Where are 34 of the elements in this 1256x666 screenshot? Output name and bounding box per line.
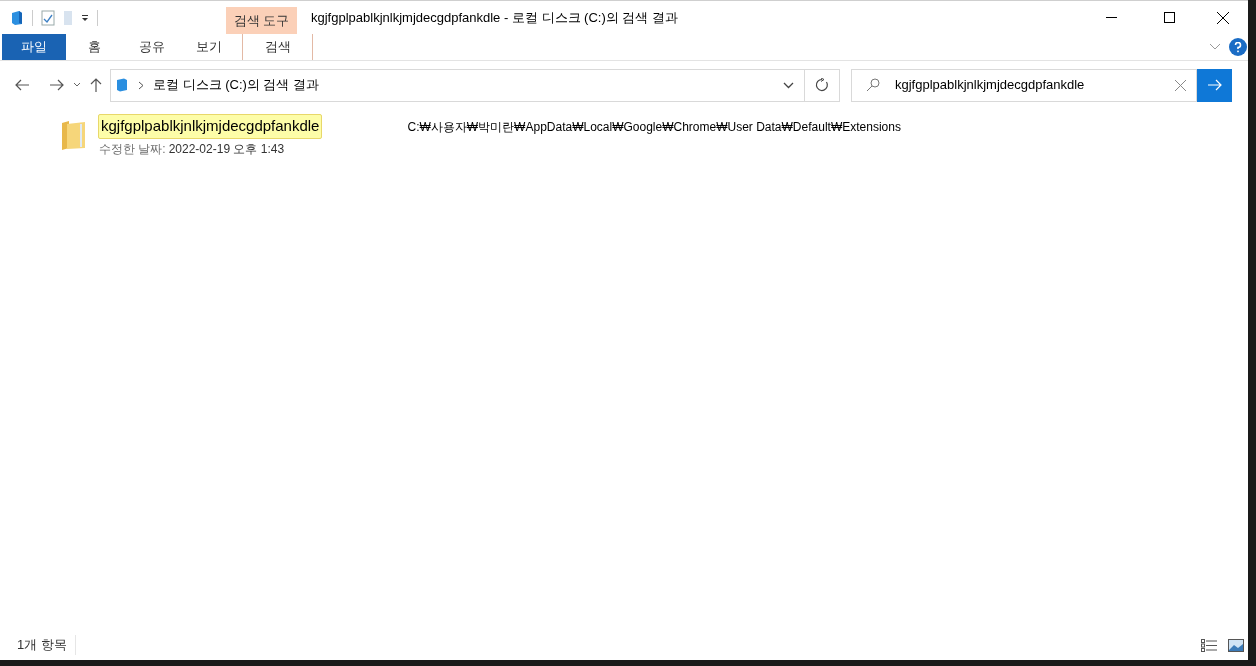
folder-location: C:₩사용자₩박미란₩AppData₩Local₩Google₩Chrome₩User Data₩Default₩Extensions: [407, 119, 901, 136]
help-icon[interactable]: [1229, 38, 1247, 56]
arrow-right-icon: [1207, 79, 1222, 91]
ribbon-tab[interactable]: 검색: [242, 34, 313, 60]
ribbon-tab[interactable]: 홈: [66, 34, 123, 60]
dropdown-icon[interactable]: [81, 13, 89, 22]
search-go-button[interactable]: [1197, 68, 1232, 102]
modified-date: 2022-02-19 오후 1:43: [168, 140, 285, 158]
recent-locations-icon[interactable]: [73, 82, 81, 88]
maximize-icon: [1163, 12, 1175, 23]
ribbon-tab[interactable]: 파일: [2, 34, 66, 60]
details-view-icon[interactable]: [1201, 638, 1217, 652]
refresh-button[interactable]: [805, 68, 840, 102]
back-arrow-icon[interactable]: [15, 79, 30, 91]
close-icon: [1217, 11, 1229, 24]
address-bar[interactable]: 로컬 디스크 (C:)의 검색 결과: [110, 68, 805, 102]
item-count: 1개 항목: [17, 635, 76, 655]
file-name[interactable]: kgjfgplpablkjnlkjmjdecgdpfankdle: [98, 114, 323, 139]
ribbon-tab[interactable]: 보기: [180, 34, 237, 60]
search-box[interactable]: kgjfgplpablkjnlkjmjdecgdpfankdle: [851, 68, 1197, 102]
window-title: kgjfgplpablkjnlkjmjdecgdpfankdle - 로컬 디스크 (C:)의 검색 결과: [310, 8, 679, 27]
refresh-icon: [815, 78, 829, 92]
properties-icon[interactable]: [41, 9, 55, 26]
clear-search-icon[interactable]: [1175, 79, 1186, 91]
chevron-down-icon[interactable]: [1209, 43, 1221, 51]
large-icons-view-icon[interactable]: [1228, 638, 1244, 652]
ribbon-tab[interactable]: 공유: [123, 34, 180, 60]
forward-arrow-icon[interactable]: [49, 79, 64, 91]
search-field[interactable]: kgjfgplpablkjnlkjmjdecgdpfankdle: [895, 75, 1175, 95]
context-tab-group-label: 검색 도구: [226, 7, 297, 34]
drive-icon[interactable]: [10, 9, 24, 26]
search-icon: [866, 78, 880, 92]
modified-label: 수정한 날짜:: [99, 140, 166, 158]
up-arrow-icon[interactable]: [90, 77, 102, 93]
